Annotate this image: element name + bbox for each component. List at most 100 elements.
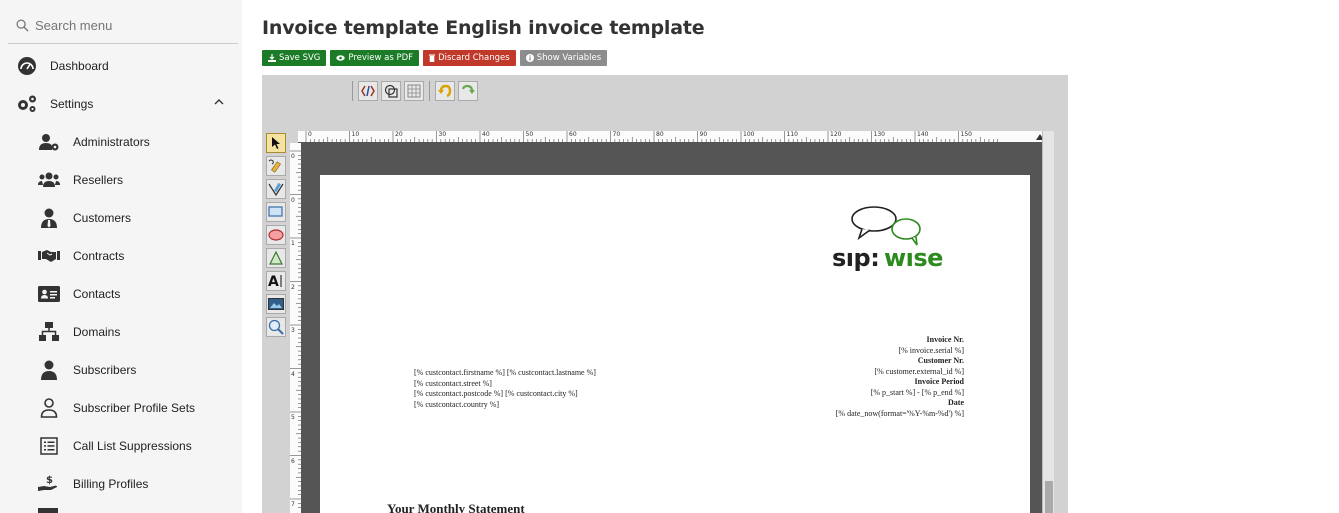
ruler-vertical: 0 0 1 2 3 4 5 6 7: [290, 143, 302, 513]
rectangle-tool-button[interactable]: [266, 202, 286, 222]
ruler-label: 10: [351, 131, 360, 138]
undo-button[interactable]: [435, 81, 455, 101]
pen-path-icon: [268, 182, 284, 197]
search-input[interactable]: [35, 18, 225, 33]
sidebar-item-call-list-suppressions[interactable]: Call List Suppressions: [0, 428, 242, 464]
ruler-label: 70: [612, 131, 621, 138]
select-tool-button[interactable]: [266, 133, 286, 153]
statement-heading: Your Monthly Statement: [387, 501, 525, 513]
grid-button[interactable]: [404, 81, 424, 101]
discard-changes-label: Discard Changes: [438, 53, 510, 63]
svg-text:A: A: [268, 274, 279, 289]
path-tool-button[interactable]: [266, 179, 286, 199]
ruler-label: 4: [291, 370, 295, 378]
invoice-period-label: Invoice Period: [914, 377, 964, 386]
invoice-period-value: [% p_start %] - [% p_end %]: [870, 387, 964, 397]
sidebar-item-subscriber-profile-sets[interactable]: Subscriber Profile Sets: [0, 390, 242, 426]
toolbar-separator: [352, 81, 353, 101]
save-svg-label: Save SVG: [279, 53, 321, 63]
ruler-label: 130: [873, 131, 885, 138]
source-code-button[interactable]: [358, 81, 378, 101]
sidebar-item-subscribers[interactable]: Subscribers: [0, 352, 242, 388]
invoice-nr-label: Invoice Nr.: [926, 335, 964, 344]
scrollbar-thumb[interactable]: [1045, 481, 1053, 513]
image-icon: [268, 298, 284, 310]
date-label: Date: [948, 398, 964, 407]
sidebar-item-resellers[interactable]: Resellers: [0, 162, 242, 198]
user-gear-icon: [38, 131, 60, 153]
ruler-ticks: [305, 131, 998, 143]
ruler-label: 50: [525, 131, 534, 138]
search-bar[interactable]: [8, 8, 238, 44]
sidebar-item-settings[interactable]: Settings: [0, 86, 242, 122]
ruler-label: 40: [482, 131, 490, 138]
discard-changes-button[interactable]: Discard Changes: [423, 50, 516, 66]
ruler-label: 120: [830, 131, 842, 138]
invoice-nr-value: [% invoice.serial %]: [898, 345, 964, 355]
trash-icon: [429, 54, 436, 62]
eye-icon: [336, 55, 346, 61]
redo-icon: [461, 84, 475, 94]
ruler-label: 6: [291, 457, 295, 465]
ruler-label: 30: [438, 131, 447, 138]
sidebar-item-contracts[interactable]: Contracts: [0, 238, 242, 274]
ruler-label: 1: [291, 240, 295, 247]
sidebar-item-domains[interactable]: Domains: [0, 314, 242, 350]
user-icon: [38, 359, 60, 381]
chevron-up-icon: [214, 99, 224, 105]
sidebar-item-label: Administrators: [73, 135, 150, 149]
ruler-label: 5: [291, 414, 295, 421]
sidebar-item-contacts[interactable]: Contacts: [0, 276, 242, 312]
polygon-tool-button[interactable]: [266, 248, 286, 268]
download-icon: [268, 54, 276, 62]
redo-button[interactable]: [458, 81, 478, 101]
show-variables-button[interactable]: Show Variables: [519, 50, 608, 66]
sidebar-item-label: Call List Suppressions: [73, 439, 192, 453]
editor-top-toolbar: [350, 81, 478, 101]
cursor-arrow-icon: [272, 137, 280, 149]
user-tie-icon: [38, 207, 60, 229]
sidebar-item-administrators[interactable]: Administrators: [0, 124, 242, 160]
ruler-label: 80: [656, 131, 664, 138]
address-line: [% custcontact.firstname %] [% custconta…: [414, 368, 596, 377]
magnifier-icon: [268, 319, 284, 335]
sidebar-item-label: Billing Profiles: [73, 477, 149, 491]
text-tool-icon: A: [268, 274, 282, 289]
text-tool-button[interactable]: A: [266, 271, 286, 291]
svg-text:$: $: [46, 475, 53, 486]
sidebar-item-billing-profiles[interactable]: $ Billing Profiles: [0, 466, 242, 502]
sidebar: Dashboard Settings Administrators Resell…: [0, 0, 242, 513]
ruler-label: 2: [291, 283, 295, 291]
pencil-tool-button[interactable]: [266, 156, 286, 176]
zoom-tool-button[interactable]: [266, 317, 286, 337]
date-value: [% date_now(format='%Y-%m-%d') %]: [835, 408, 964, 418]
group-shapes-icon: [384, 84, 398, 98]
invoice-page: sıp: wıse [% custcontact.firstname %] [%…: [320, 175, 1030, 513]
ellipse-tool-button[interactable]: [266, 225, 286, 245]
sidebar-item-dashboard[interactable]: Dashboard: [0, 48, 242, 84]
save-svg-button[interactable]: Save SVG: [262, 50, 327, 66]
customer-nr-value: [% customer.external_id %]: [874, 366, 964, 376]
polygon-icon: [269, 251, 283, 265]
invoice-meta: Invoice Nr. [% invoice.serial %] Custome…: [836, 335, 964, 419]
svg-text:sıp:: sıp:: [832, 244, 879, 272]
editor-left-toolbar: A: [266, 133, 286, 337]
preview-pdf-button[interactable]: Preview as PDF: [330, 50, 420, 66]
sidebar-item-label: Resellers: [73, 173, 124, 187]
ruler-label: 0: [291, 153, 295, 160]
sidebar-item-label: Contacts: [73, 287, 121, 301]
sidebar-item-label: Dashboard: [50, 59, 109, 73]
image-tool-button[interactable]: [266, 294, 286, 314]
ruler-label: 90: [699, 131, 708, 138]
ruler-label: 60: [569, 131, 577, 138]
sidebar-item-customers[interactable]: Customers: [0, 200, 242, 236]
editor-canvas[interactable]: sıp: wıse [% custcontact.firstname %] [%…: [302, 143, 1042, 513]
sidebar-item-label: Domains: [73, 325, 121, 339]
ruler-label: 7: [291, 501, 295, 508]
search-icon: [16, 19, 29, 32]
vertical-scrollbar[interactable]: [1042, 131, 1054, 513]
show-variables-label: Show Variables: [536, 53, 602, 63]
info-icon: [525, 54, 534, 62]
ruler-label: 0: [308, 131, 312, 138]
group-button[interactable]: [381, 81, 401, 101]
